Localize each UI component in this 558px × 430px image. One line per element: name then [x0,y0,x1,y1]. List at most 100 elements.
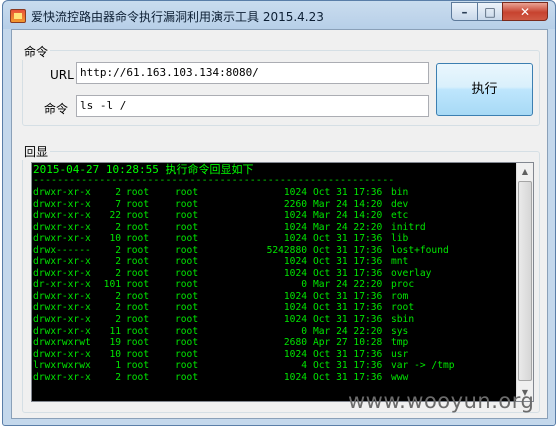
listing-perm: drwxrwxrwt [33,337,91,349]
listing-size: 1024 [283,314,307,326]
listing-row: drwxr-xr-x 22 root root 1024 Mar 24 14:20 etc [33,210,517,222]
close-button[interactable]: ✕ [502,2,548,21]
output-header: 2015-04-27 10:28:55 执行命令回显如下 [33,163,254,176]
listing-group: root [175,348,199,360]
listing-row: drwxr-xr-x 2 root root 1024 Mar 24 22:20 initr… [33,222,517,234]
listing-name: etc [391,210,409,222]
listing-row: lrwxrwxrwx 1 root root 4 Oct 31 17:36 var -> /… [33,360,517,372]
app-window: 爱快流控路由器命令执行漏洞利用演示工具 2015.4.23 – □ ✕ 命令 U… [2,0,556,426]
listing-size: 0 [301,325,307,337]
listing-date: Oct 31 17:36 [313,360,383,372]
listing-size: 1024 [283,233,307,245]
listing-perm: drwxr-xr-x [33,267,91,279]
listing-perm: drwxr-xr-x [33,290,91,302]
listing-perm: lrwxrwxrwx [33,360,91,372]
listing-links: 2 [115,256,121,268]
url-input[interactable]: http://61.163.103.134:8080/ [76,62,429,84]
listing-perm: drwxr-xr-x [33,256,91,268]
listing-name: dev [391,198,409,210]
listing-name: sys [391,325,409,337]
vertical-scrollbar[interactable]: ▲ ▼ [516,163,533,401]
listing-size: 1024 [283,187,307,198]
listing-name: sbin [391,314,415,326]
listing-group: root [175,360,199,372]
listing-size: 5242880 [266,244,307,256]
echo-group-label: 回显 [22,143,51,160]
listing-links: 2 [115,314,121,326]
maximize-button[interactable]: □ [477,2,503,21]
listing-perm: drwxr-xr-x [33,302,91,314]
listing-owner: root [126,210,150,222]
listing-size: 1024 [283,371,307,383]
listing-owner: root [126,256,150,268]
url-label: URL [50,68,74,82]
command-group-label: 命令 [22,43,51,60]
scroll-thumb[interactable] [518,181,532,381]
listing-name: lib [391,233,409,245]
listing-date: Oct 31 17:36 [313,348,383,360]
listing-date: Oct 31 17:36 [313,256,383,268]
listing-group: root [175,290,199,302]
output-separator: ----------------------------------------… [33,176,395,186]
window-title: 爱快流控路由器命令执行漏洞利用演示工具 2015.4.23 [31,10,324,24]
minimize-button[interactable]: – [451,2,478,21]
listing-perm: drwxr-xr-x [33,233,91,245]
listing-links: 19 [109,337,121,349]
listing-perm: drwxr-xr-x [33,187,91,198]
client-area: 命令 URL http://61.163.103.134:8080/ 命令 ls… [11,29,548,419]
listing-row: drwx------ 2 root root 5242880 Oct 31 17:36 lo… [33,245,517,257]
listing-row: drwxr-xr-x 7 root root 2260 Mar 24 14:20 dev [33,199,517,211]
watermark: www.wooyun.org [348,389,535,413]
listing-group: root [175,267,199,279]
listing-links: 10 [109,348,121,360]
listing-row: drwxr-xr-x 2 root root 1024 Oct 31 17:36 rom [33,291,517,303]
listing-links: 2 [115,244,121,256]
listing-row: drwxr-xr-x 2 root root 1024 Oct 31 17:36 overl… [33,268,517,280]
listing-row: drwxr-xr-x 2 root root 1024 Oct 31 17:36 www [33,372,517,384]
listing: drwxr-xr-x 2 root root 1024 Oct 31 17:36 bin dr… [33,187,517,383]
listing-group: root [175,302,199,314]
listing-links: 7 [115,198,121,210]
listing-owner: root [126,290,150,302]
listing-perm: drwx------ [33,244,91,256]
listing-date: Mar 24 14:20 [313,210,383,222]
listing-links: 2 [115,221,121,233]
listing-group: root [175,279,199,291]
listing-links: 2 [115,302,121,314]
listing-name: initrd [391,221,426,233]
listing-perm: drwxr-xr-x [33,221,91,233]
listing-links: 10 [109,233,121,245]
listing-links: 101 [103,279,121,291]
listing-links: 2 [115,187,121,198]
output-content: 2015-04-27 10:28:55 执行命令回显如下 -----------… [33,164,517,383]
scroll-up-icon[interactable]: ▲ [517,163,533,180]
listing-size: 1024 [283,210,307,222]
listing-size: 4 [301,360,307,372]
close-icon: ✕ [519,5,531,19]
listing-owner: root [126,360,150,372]
listing-row: drwxr-xr-x 2 root root 1024 Oct 31 17:36 sbin [33,314,517,326]
listing-group: root [175,198,199,210]
listing-date: Mar 24 22:20 [313,221,383,233]
listing-links: 2 [115,290,121,302]
listing-name: overlay [391,267,432,279]
title-bar[interactable]: 爱快流控路由器命令执行漏洞利用演示工具 2015.4.23 – □ ✕ [3,1,555,29]
listing-name: bin [391,187,409,198]
listing-row: drwxr-xr-x 2 root root 1024 Oct 31 17:36 bin [33,187,517,199]
command-input[interactable]: ls -l / [76,95,429,117]
listing-group: root [175,337,199,349]
listing-group: root [175,221,199,233]
listing-owner: root [126,267,150,279]
listing-perm: drwxr-xr-x [33,371,91,383]
listing-group: root [175,233,199,245]
listing-owner: root [126,221,150,233]
output-textarea[interactable]: 2015-04-27 10:28:55 执行命令回显如下 -----------… [31,162,534,402]
listing-group: root [175,256,199,268]
listing-owner: root [126,314,150,326]
listing-size: 1024 [283,348,307,360]
execute-button[interactable]: 执行 [436,63,533,116]
listing-owner: root [126,187,150,198]
listing-row: drwxr-xr-x 10 root root 1024 Oct 31 17:36 lib [33,233,517,245]
minimize-icon: – [461,5,468,19]
listing-size: 2680 [283,337,307,349]
